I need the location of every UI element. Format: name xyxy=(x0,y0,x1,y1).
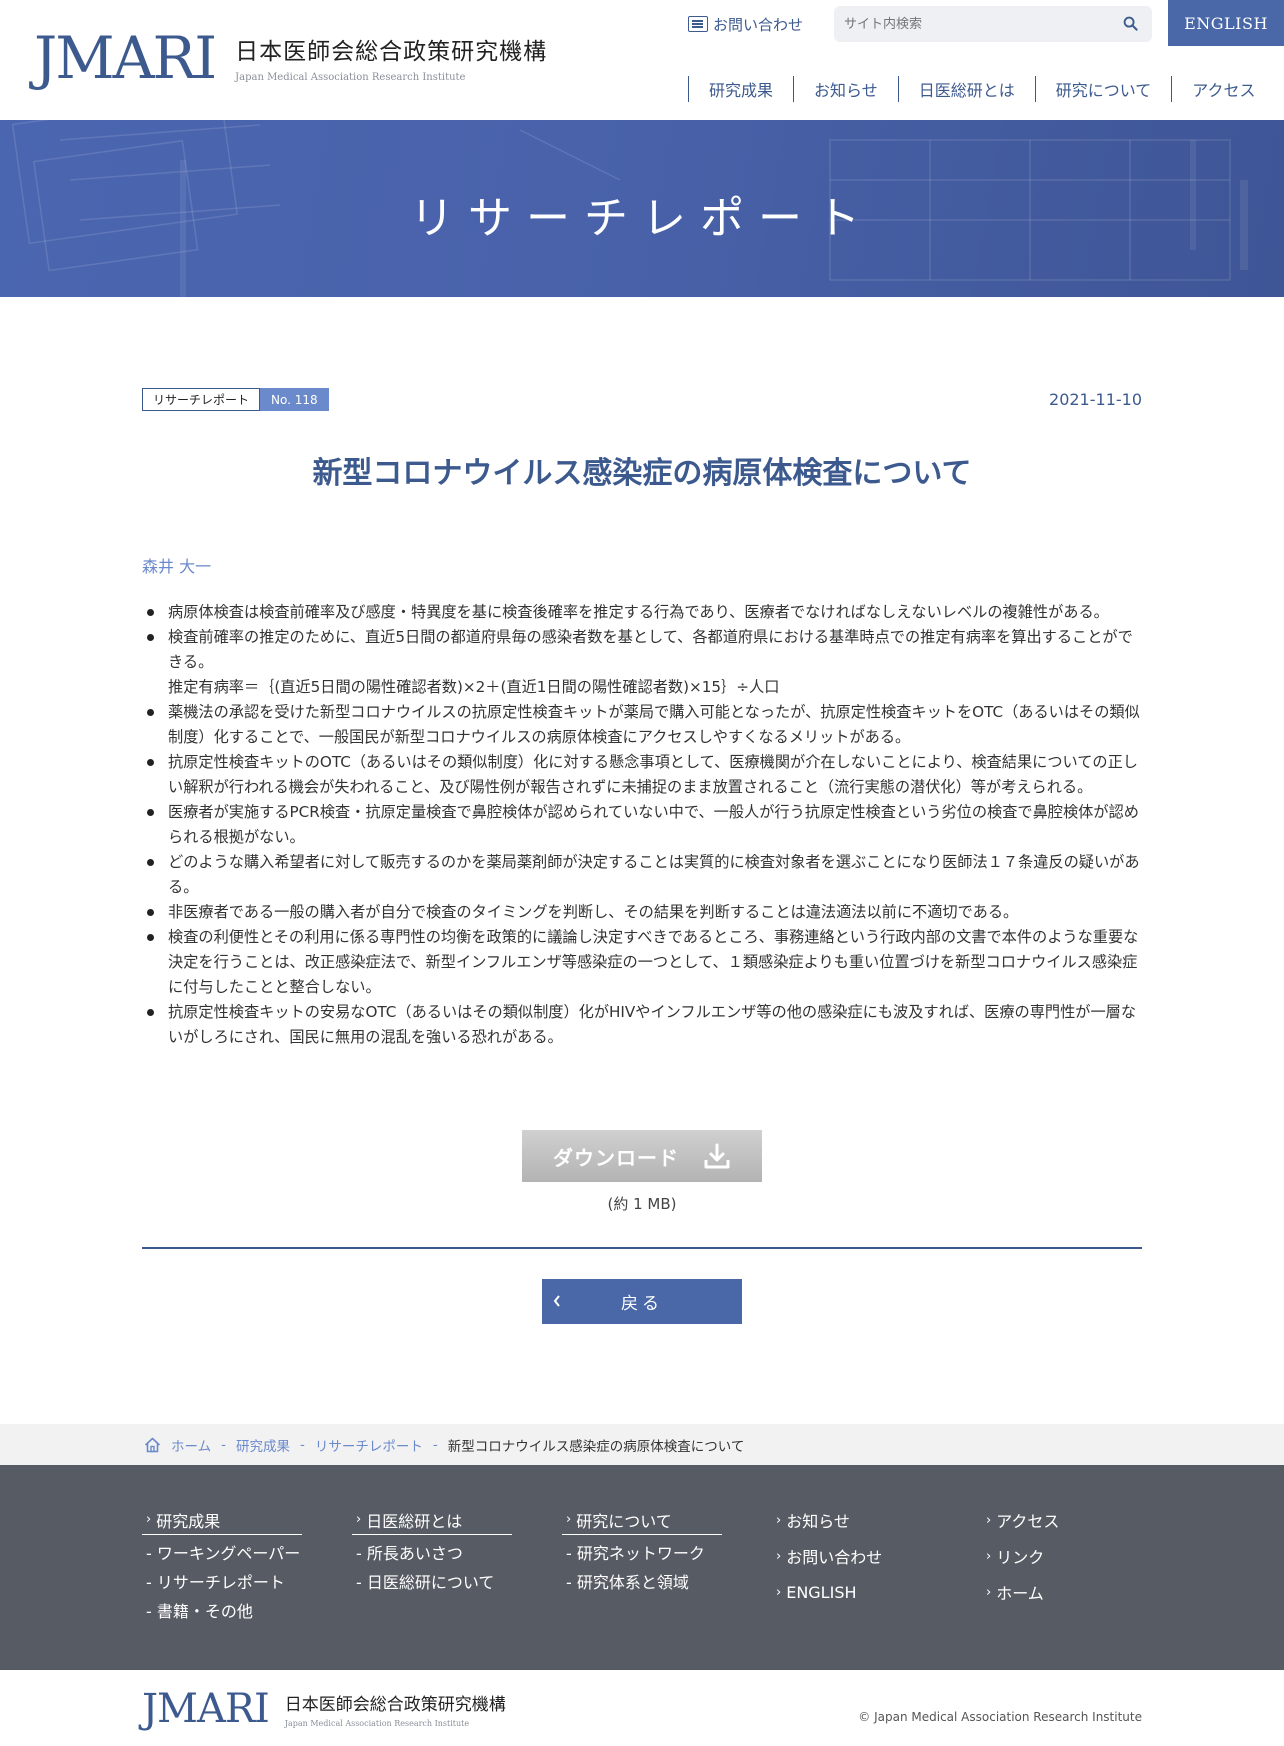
footer-logo[interactable]: JMARI 日本医師会総合政策研究機構 Japan Medical Associ… xyxy=(142,1688,506,1730)
file-size: (約 1 MB) xyxy=(607,1195,677,1213)
footer-link-contact[interactable]: › お問い合わせ xyxy=(772,1541,932,1571)
chevron-right-icon: › xyxy=(776,1512,782,1528)
footer-link-about[interactable]: › 日医総研とは xyxy=(352,1505,512,1535)
logo-mark: JMARI xyxy=(34,24,217,92)
breadcrumb-home[interactable]: ホーム xyxy=(171,1435,211,1455)
breadcrumb-current: 新型コロナウイルス感染症の病原体検査について xyxy=(447,1438,745,1455)
chevron-right-icon: › xyxy=(146,1512,152,1527)
footer-link-books[interactable]: - 書籍・その他 xyxy=(142,1598,302,1622)
breadcrumb-bar: ホーム - 研究成果 - リサーチレポート - 新型コロナウイルス感染症の病原体… xyxy=(0,1424,1284,1465)
contact-form-icon xyxy=(688,16,708,32)
breadcrumb-research-results[interactable]: 研究成果 xyxy=(236,1435,290,1455)
footer-link-about-jmari[interactable]: - 日医総研について xyxy=(352,1569,512,1593)
site-logo[interactable]: JMARI 日本医師会総合政策研究機構 Japan Medical Associ… xyxy=(34,28,547,92)
content-divider xyxy=(142,1247,1142,1249)
summary-list: 病原体検査は検査前確率及び感度・特異度を基に検査後確率を推定する行為であり、医療… xyxy=(142,600,1142,1050)
breadcrumb-separator: - xyxy=(221,1436,226,1453)
footer-link-greeting[interactable]: - 所長あいさつ xyxy=(352,1540,512,1564)
breadcrumb-separator: - xyxy=(299,1436,305,1453)
logo-text: 日本医師会総合政策研究機構 Japan Medical Association … xyxy=(235,28,547,83)
nav-research-results[interactable]: 研究成果 xyxy=(688,76,793,102)
summary-item: 病原体検査は検査前確率及び感度・特異度を基に検査後確率を推定する行為であり、医療… xyxy=(142,600,1142,625)
footer-link-research-system[interactable]: - 研究体系と領域 xyxy=(562,1569,722,1593)
summary-item: 検査の利便性とその利用に係る専門性の均衡を政策的に議論し決定すべきであるところ、… xyxy=(142,925,1142,1000)
publish-date: 2021-11-10 xyxy=(1049,390,1142,409)
footer-col-about: › 日医総研とは - 所長あいさつ - 日医総研について xyxy=(352,1505,512,1593)
nav-news[interactable]: お知らせ xyxy=(793,76,898,102)
global-nav: 研究成果 お知らせ 日医総研とは 研究について アクセス xyxy=(688,76,1275,102)
footer-link-research-results[interactable]: › 研究成果 xyxy=(142,1505,302,1535)
footer-col-access: › アクセス › リンク › ホーム xyxy=(982,1505,1142,1613)
summary-item: 薬機法の承認を受けた新型コロナウイルスの抗原定性検査キットが薬局で購入可能となっ… xyxy=(142,700,1142,750)
site-header: JMARI 日本医師会総合政策研究機構 Japan Medical Associ… xyxy=(0,0,1284,120)
footer-logo-name-en: Japan Medical Association Research Insti… xyxy=(284,1719,470,1728)
footer-col-research: › 研究について - 研究ネットワーク - 研究体系と領域 xyxy=(562,1505,722,1593)
chevron-right-icon: › xyxy=(986,1584,992,1600)
report-badge: リサーチレポート No. 118 xyxy=(142,388,329,411)
footer-col-misc: › お知らせ › お問い合わせ › ENGLISH xyxy=(772,1505,932,1613)
breadcrumb-research-report[interactable]: リサーチレポート xyxy=(315,1435,423,1455)
author-name: 森井 大一 xyxy=(142,557,212,576)
download-icon xyxy=(704,1143,730,1169)
back-button[interactable]: 戻る xyxy=(542,1279,742,1324)
chevron-right-icon: › xyxy=(776,1584,782,1600)
summary-item: 抗原定性検査キットのOTC（あるいはその類似制度）化に対する懸念事項として、医療… xyxy=(142,750,1142,800)
logo-name-en: Japan Medical Association Research Insti… xyxy=(235,72,466,83)
footer-link-working-paper[interactable]: - ワーキングペーパー xyxy=(142,1540,302,1564)
footer-logo-text: 日本医師会総合政策研究機構 Japan Medical Association … xyxy=(285,1688,506,1728)
page-hero: リサーチレポート xyxy=(0,120,1284,297)
report-number-badge: No. 118 xyxy=(260,388,329,411)
breadcrumb-separator: - xyxy=(432,1436,438,1453)
summary-item: 抗原定性検査キットの安易なOTC（あるいはその類似制度）化がHIVやインフルエン… xyxy=(142,1000,1142,1050)
footer-link-research-network[interactable]: - 研究ネットワーク xyxy=(562,1540,722,1564)
footer-link-research[interactable]: › 研究について xyxy=(562,1505,722,1535)
nav-research[interactable]: 研究について xyxy=(1034,76,1172,102)
english-button[interactable]: ENGLISH xyxy=(1168,0,1284,46)
footer-nav: › 研究成果 - ワーキングペーパー - リサーチレポート - 書籍・その他 › 日… xyxy=(0,1465,1284,1670)
contact-label: お問い合わせ xyxy=(713,15,804,34)
report-category-badge: リサーチレポート xyxy=(142,388,261,411)
prevalence-formula: 推定有病率＝｛(直近5日間の陽性確認者数)×2＋(直近1日間の陽性確認者数)×1… xyxy=(168,678,780,696)
footer-link-links[interactable]: › リンク xyxy=(982,1541,1142,1571)
home-icon[interactable] xyxy=(144,1437,161,1453)
footer-link-home[interactable]: › ホーム xyxy=(982,1577,1142,1607)
search-input[interactable] xyxy=(834,6,1104,42)
nav-access[interactable]: アクセス xyxy=(1171,76,1275,102)
footer-col-research-results: › 研究成果 - ワーキングペーパー - リサーチレポート - 書籍・その他 xyxy=(142,1505,302,1622)
page-title: リサーチレポート xyxy=(410,193,874,244)
nav-about[interactable]: 日医総研とは xyxy=(897,76,1035,102)
chevron-right-icon: › xyxy=(986,1548,992,1564)
footer-link-research-report[interactable]: - リサーチレポート xyxy=(142,1569,302,1593)
copyright: © Japan Medical Association Research Ins… xyxy=(858,1710,1142,1724)
chevron-right-icon: › xyxy=(986,1512,992,1528)
download-button[interactable]: ダウンロード xyxy=(522,1130,762,1182)
summary-item: 医療者が実施するPCR検査・抗原定量検査で鼻腔検体が認められていない中で、一般人… xyxy=(142,800,1142,850)
breadcrumb: ホーム - 研究成果 - リサーチレポート - 新型コロナウイルス感染症の病原体… xyxy=(144,1424,744,1465)
back-label: 戻る xyxy=(621,1294,663,1314)
footer-bottom: JMARI 日本医師会総合政策研究機構 Japan Medical Associ… xyxy=(0,1670,1284,1746)
summary-item: 非医療者である一般の購入者が自分で検査のタイミングを判断し、その結果を判断するこ… xyxy=(142,900,1142,925)
logo-name-jp: 日本医師会総合政策研究機構 xyxy=(235,39,548,65)
site-search xyxy=(834,6,1152,42)
footer-link-access[interactable]: › アクセス xyxy=(982,1505,1142,1535)
chevron-left-icon xyxy=(553,1295,560,1307)
chevron-right-icon: › xyxy=(356,1512,362,1527)
summary-item: 検査前確率の推定のために、直近5日間の都道府県毎の感染者数を基として、各都道府県… xyxy=(142,625,1142,700)
footer-logo-name-jp: 日本医師会総合政策研究機構 xyxy=(284,1695,506,1715)
chevron-right-icon: › xyxy=(566,1512,572,1527)
download-label: ダウンロード xyxy=(553,1145,679,1170)
footer-link-news[interactable]: › お知らせ xyxy=(772,1505,932,1535)
summary-item: どのような購入希望者に対して販売するのかを薬局薬剤師が決定することは実質的に検査… xyxy=(142,850,1142,900)
footer-link-english[interactable]: › ENGLISH xyxy=(772,1577,932,1607)
chevron-right-icon: › xyxy=(776,1548,782,1564)
footer-logo-mark: JMARI xyxy=(142,1686,270,1732)
contact-link[interactable]: お問い合わせ xyxy=(688,11,803,37)
search-icon[interactable] xyxy=(1123,16,1138,31)
article-title: 新型コロナウイルス感染症の病原体検査について xyxy=(312,456,972,491)
